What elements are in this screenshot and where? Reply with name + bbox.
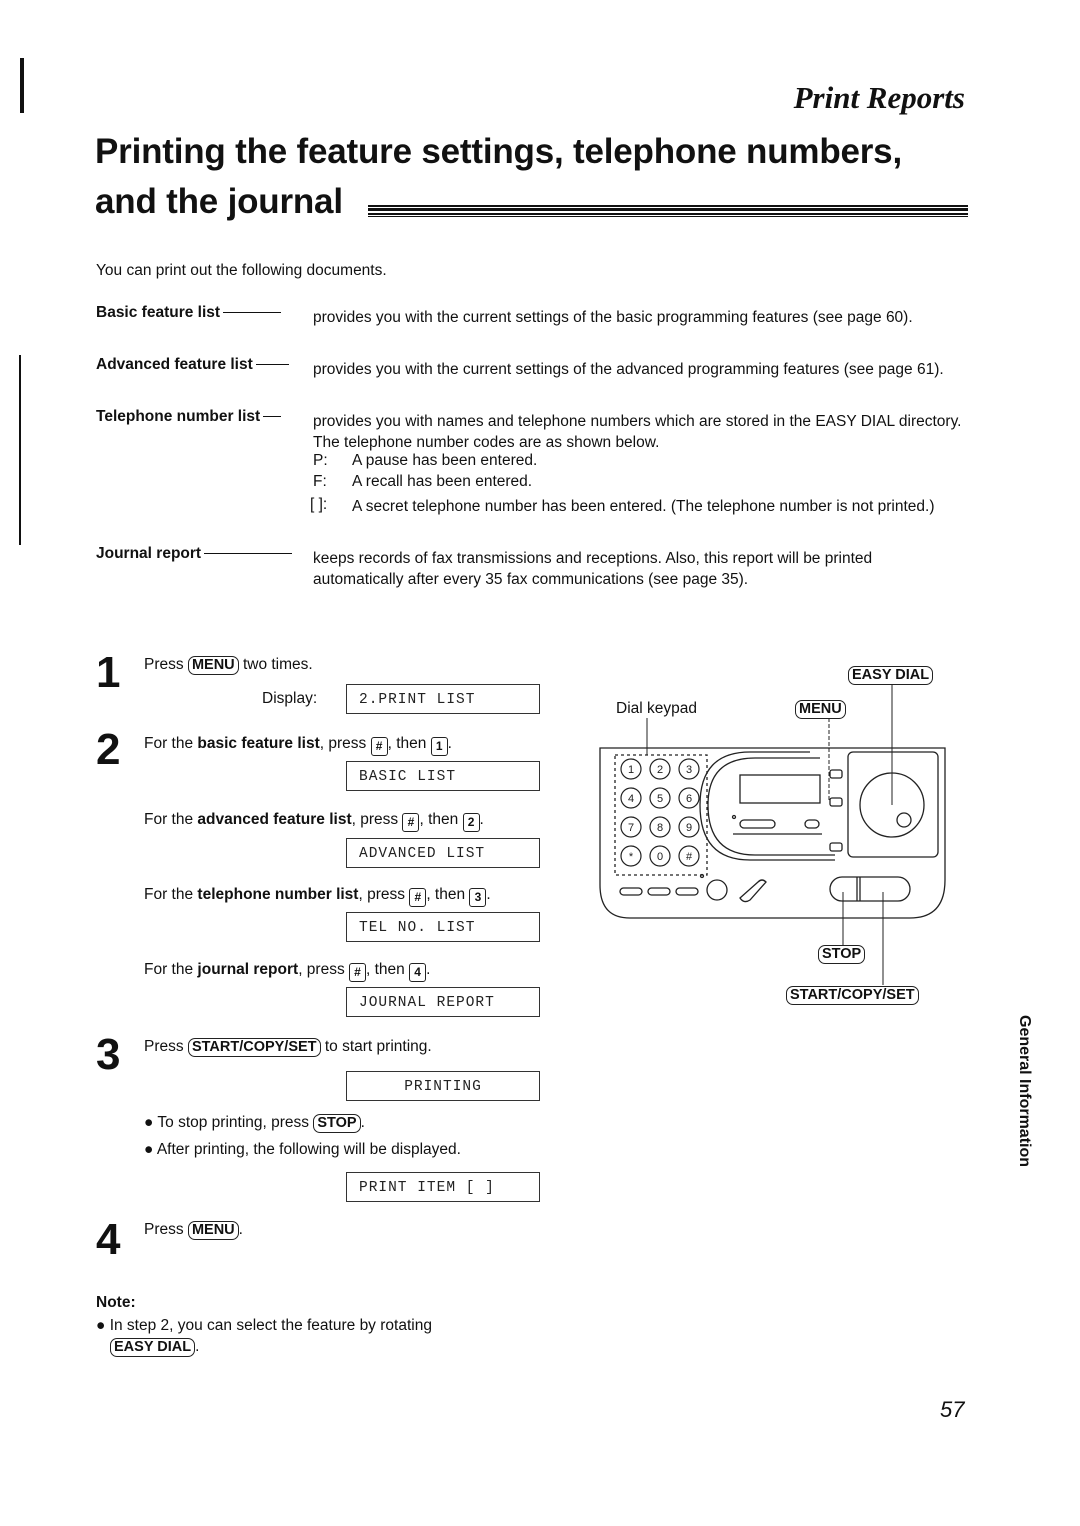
keypad-key-label: 0 xyxy=(657,851,663,863)
keypad-key-label: 8 xyxy=(657,822,663,834)
lcd-window xyxy=(739,774,821,804)
easy-dial-key: EASY DIAL xyxy=(110,1338,196,1357)
step4-text: Press MENU. xyxy=(144,1221,243,1240)
bullet-stop: ● To stop printing, press STOP. xyxy=(144,1114,365,1133)
code-p: P: xyxy=(313,452,328,469)
step2-advanced-text: For the advanced feature list, press #, … xyxy=(144,811,484,832)
lcd-display: TEL NO. LIST xyxy=(346,912,540,942)
step-number: 2 xyxy=(96,725,121,774)
keypad-key-label: 6 xyxy=(686,793,692,805)
desc-advanced-feature-list: provides you with the current settings o… xyxy=(313,361,944,378)
stop-callout: STOP xyxy=(818,945,866,964)
desc-telephone-number-list: provides you with names and telephone nu… xyxy=(313,413,962,451)
code-secret-desc: A secret telephone number has been enter… xyxy=(352,498,935,515)
section-title: Print Reports xyxy=(793,80,965,115)
term-telephone-number-list: Telephone number list xyxy=(96,408,282,426)
start-copy-set-key: START/COPY/SET xyxy=(187,1038,321,1057)
lcd-display: ADVANCED LIST xyxy=(346,838,540,868)
panel-button xyxy=(829,769,843,779)
keypad-key-label: 4 xyxy=(628,793,634,805)
digit-key-icon: 2 xyxy=(462,813,480,832)
code-secret: [ ]: xyxy=(310,496,328,513)
page-title-line2: and the journal xyxy=(95,182,343,221)
keypad-keys: 1 2 3 4 5 6 7 8 9 * 0 # xyxy=(620,758,700,867)
lcd-display: PRINT ITEM [ ] xyxy=(346,1172,540,1202)
side-tab: General Information xyxy=(1016,1015,1033,1168)
stop-start-buttons xyxy=(829,876,911,902)
hash-key-icon: # xyxy=(409,888,427,907)
keypad-key-label: 3 xyxy=(686,764,692,776)
hash-key-icon: # xyxy=(370,737,388,756)
keypad-key-label: # xyxy=(686,851,693,863)
digit-key-icon: 3 xyxy=(469,888,487,907)
code-f-desc: A recall has been entered. xyxy=(352,473,533,490)
bullet-icon: ● xyxy=(96,1317,106,1334)
page-title-line1: Printing the feature settings, telephone… xyxy=(95,132,902,171)
intro-text: You can print out the following document… xyxy=(96,262,387,279)
hash-key-icon: # xyxy=(349,963,367,982)
hash-key-icon: # xyxy=(402,813,420,832)
step2-telephone-text: For the telephone number list, press #, … xyxy=(144,886,491,907)
term-basic-feature-list: Basic feature list xyxy=(96,304,282,322)
step-number: 4 xyxy=(96,1215,121,1264)
menu-key: MENU xyxy=(187,1221,239,1240)
step2-journal-text: For the journal report, press #, then 4. xyxy=(144,961,430,982)
digit-key-icon: 1 xyxy=(430,737,448,756)
bullet-icon: ● xyxy=(144,1114,154,1131)
step2-basic-text: For the basic feature list, press #, the… xyxy=(144,735,452,756)
keypad-key-label: 1 xyxy=(628,764,634,776)
menu-key: MENU xyxy=(187,656,239,675)
step-number: 3 xyxy=(96,1030,121,1079)
dial-keypad-label: Dial keypad xyxy=(616,700,697,717)
keypad-key-label: 7 xyxy=(628,822,634,834)
code-f: F: xyxy=(313,473,327,490)
page-number: 57 xyxy=(940,1397,965,1422)
step3-text: Press START/COPY/SET to start printing. xyxy=(144,1038,432,1057)
note-body: ● In step 2, you can select the feature … xyxy=(96,1317,432,1357)
start-copy-set-callout: START/COPY/SET xyxy=(786,986,919,1005)
code-p-desc: A pause has been entered. xyxy=(352,452,538,469)
term-advanced-feature-list: Advanced feature list xyxy=(96,356,289,374)
binder-mark xyxy=(20,58,24,113)
stop-key: STOP xyxy=(313,1114,361,1133)
bullet-icon: ● xyxy=(144,1141,154,1158)
lcd-display: PRINTING xyxy=(346,1071,540,1101)
desc-journal-report: keeps records of fax transmissions and r… xyxy=(313,550,873,588)
lcd-display: JOURNAL REPORT xyxy=(346,987,540,1017)
fax-panel-figure: 1 2 3 4 5 6 7 8 9 * 0 # Dial keypad EASY DIAL MENU … xyxy=(590,660,980,1010)
bullet-after-printing: ● After printing, the following will be … xyxy=(144,1141,461,1158)
menu-callout: MENU xyxy=(795,700,846,719)
display-label: Display: xyxy=(262,690,318,707)
keypad-key-label: 9 xyxy=(686,822,692,834)
binder-mark xyxy=(19,355,21,545)
digit-key-icon: 4 xyxy=(409,963,427,982)
easy-dial-callout: EASY DIAL xyxy=(848,666,934,685)
lcd-display: 2.PRINT LIST xyxy=(346,684,540,714)
term-journal-report: Journal report xyxy=(96,545,293,563)
title-rule xyxy=(368,205,968,217)
panel-button xyxy=(829,797,843,807)
panel-button xyxy=(829,842,843,852)
note-heading: Note: xyxy=(96,1294,136,1311)
lcd-display: BASIC LIST xyxy=(346,761,540,791)
keypad-key-label: * xyxy=(629,851,634,863)
desc-basic-feature-list: provides you with the current settings o… xyxy=(313,309,913,326)
step1-text: Press MENU two times. xyxy=(144,656,313,675)
keypad-key-label: 5 xyxy=(657,793,663,805)
keypad-key-label: 2 xyxy=(657,764,663,776)
step-number: 1 xyxy=(96,648,121,697)
